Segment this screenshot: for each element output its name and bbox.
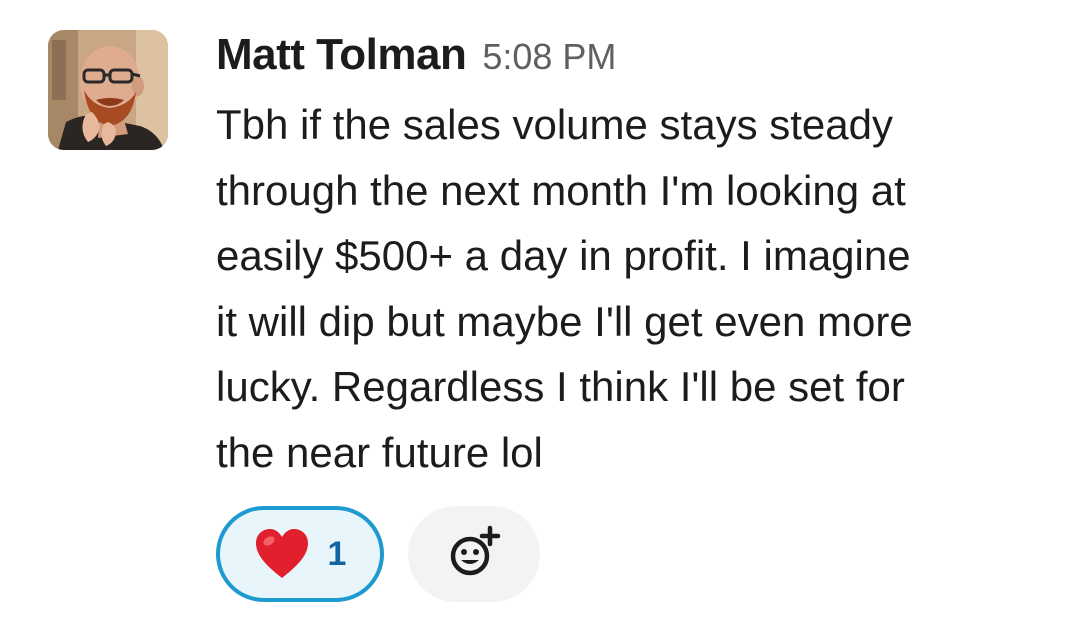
heart-icon [254, 528, 310, 580]
avatar[interactable] [48, 30, 168, 150]
reaction-bar: 1 [216, 506, 540, 602]
message-text-line: the near future lol [216, 428, 543, 476]
message-text-line: easily $500+ a day in profit. I imagine [216, 232, 911, 279]
message-text-line: through the next month I'm looking at [216, 166, 906, 214]
reaction-count: 1 [327, 534, 347, 573]
message-text-line: Tbh if the sales volume stays steady [216, 101, 893, 148]
message-item: Matt Tolman 5:08 PM Tbh if the sales vol… [0, 0, 1080, 628]
add-emoji-icon [446, 524, 502, 585]
sender-name[interactable]: Matt Tolman [216, 30, 467, 80]
message-text-line: it will dip but maybe I'll get even more [216, 297, 913, 345]
message-text-line: lucky. Regardless I think I'll be set fo… [216, 363, 905, 410]
reaction-heart-button[interactable]: 1 [216, 506, 384, 602]
message-body: Tbh if the sales volume stays steady thr… [216, 92, 1046, 485]
add-reaction-button[interactable] [408, 506, 540, 602]
message-timestamp[interactable]: 5:08 PM [482, 36, 616, 78]
message-header: Matt Tolman 5:08 PM [216, 30, 616, 82]
user-avatar-image [48, 30, 168, 150]
